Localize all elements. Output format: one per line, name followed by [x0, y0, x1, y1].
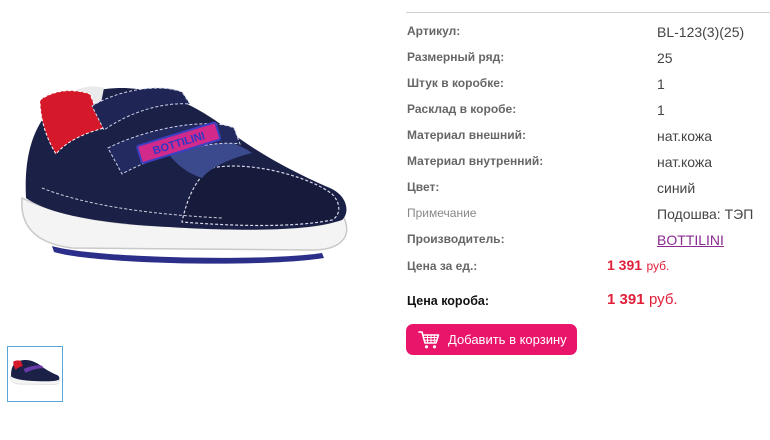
- product-main-image[interactable]: BOTTILINI: [12, 48, 357, 288]
- spec-row-pieces-per-box: Штук в коробке: 1: [406, 74, 770, 100]
- spec-value: 25: [657, 50, 673, 66]
- box-price-currency: руб.: [649, 291, 678, 308]
- spec-label: Производитель:: [407, 232, 505, 246]
- box-price-amount: 1 391: [607, 291, 645, 308]
- spec-value: нат.кожа: [657, 154, 713, 170]
- product-thumbnail[interactable]: [7, 346, 63, 402]
- spec-label: Материал внутренний:: [407, 154, 544, 168]
- manufacturer-link[interactable]: BOTTILINI: [657, 232, 724, 248]
- spec-list: Артикул: BL-123(3)(25) Размерный ряд: 25…: [406, 22, 770, 316]
- add-to-cart-label: Добавить в корзину: [448, 332, 567, 347]
- spec-value: BL-123(3)(25): [657, 24, 745, 40]
- product-gallery: BOTTILINI: [0, 0, 380, 440]
- product-details: Артикул: BL-123(3)(25) Размерный ряд: 25…: [406, 0, 770, 440]
- thumbnail-image: [10, 359, 60, 385]
- spec-label: Цвет:: [407, 180, 440, 194]
- spec-label: Материал внешний:: [407, 128, 527, 142]
- spec-row-article: Артикул: BL-123(3)(25): [406, 22, 770, 48]
- spec-label: Штук в коробке:: [407, 76, 504, 90]
- divider: [406, 12, 770, 13]
- spec-row-size-range: Размерный ряд: 25: [406, 48, 770, 74]
- spec-row-note: Примечание Подошва: ТЭП: [406, 204, 770, 230]
- shopping-cart-icon: [418, 330, 440, 348]
- box-price: 1 391 руб.: [607, 291, 678, 309]
- spec-value: BOTTILINI: [657, 232, 724, 248]
- box-price-row: Цена короба: 1 391 руб.: [406, 282, 770, 316]
- unit-price: 1 391 руб.: [607, 257, 669, 275]
- spec-value: Подошва: ТЭП: [657, 206, 754, 222]
- spec-value: 1: [657, 102, 665, 118]
- spec-label: Расклад в коробе:: [407, 102, 517, 116]
- spec-row-color: Цвет: синий: [406, 178, 770, 204]
- unit-price-label: Цена за ед.:: [407, 259, 478, 273]
- spec-label: Размерный ряд:: [407, 50, 505, 64]
- spec-row-box-layout: Расклад в коробе: 1: [406, 100, 770, 126]
- unit-price-row: Цена за ед.: 1 391 руб.: [406, 256, 770, 282]
- spec-row-inner-material: Материал внутренний: нат.кожа: [406, 152, 770, 178]
- unit-price-currency: руб.: [646, 259, 670, 273]
- box-price-label: Цена короба:: [407, 294, 490, 308]
- add-to-cart-button[interactable]: Добавить в корзину: [406, 324, 577, 355]
- spec-label: Артикул:: [407, 24, 461, 38]
- spec-row-outer-material: Материал внешний: нат.кожа: [406, 126, 770, 152]
- spec-value: синий: [657, 180, 696, 196]
- spec-value: нат.кожа: [657, 128, 713, 144]
- unit-price-amount: 1 391: [607, 257, 643, 273]
- spec-label: Примечание: [407, 206, 477, 220]
- spec-row-manufacturer: Производитель: BOTTILINI: [406, 230, 770, 256]
- spec-value: 1: [657, 76, 665, 92]
